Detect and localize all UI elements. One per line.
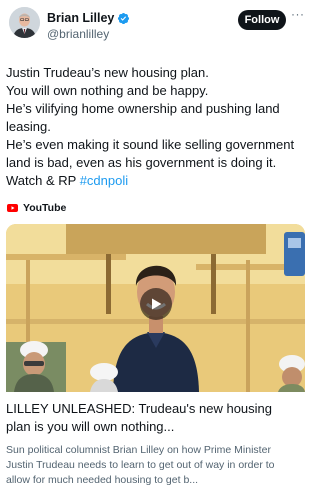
play-button[interactable] bbox=[140, 288, 172, 320]
author-handle[interactable]: @brianlilley bbox=[47, 27, 109, 41]
card-description-line: Sun political columnist Brian Lilley on … bbox=[6, 444, 271, 456]
youtube-icon bbox=[7, 204, 18, 212]
play-icon bbox=[152, 298, 162, 310]
source-label: YouTube bbox=[23, 202, 67, 214]
tweet-line: He’s even making it sound like selling g… bbox=[6, 137, 295, 152]
tweet-line: He’s vilifying home ownership and pushin… bbox=[6, 101, 280, 116]
hashtag-link[interactable]: #cdnpoli bbox=[80, 173, 128, 188]
avatar[interactable] bbox=[9, 7, 40, 38]
tweet-line-last: Watch & RP #cdnpoli bbox=[6, 172, 306, 190]
tweet-line: leasing. bbox=[6, 119, 51, 134]
author-name[interactable]: Brian Lilley bbox=[47, 11, 114, 25]
follow-button[interactable]: Follow bbox=[238, 10, 286, 30]
tweet-line: land is bad, even as his government is d… bbox=[6, 155, 277, 170]
more-options-icon[interactable]: ··· bbox=[291, 8, 305, 23]
verified-badge-icon bbox=[118, 12, 130, 24]
card-title-line: LILLEY UNLEASHED: Trudeau's new housing bbox=[6, 401, 273, 416]
video-thumbnail[interactable] bbox=[6, 224, 305, 392]
tweet-line: You will own nothing and be happy. bbox=[6, 83, 209, 98]
tweet-line: Justin Trudeau’s new housing plan. bbox=[6, 65, 209, 80]
link-source[interactable]: YouTube bbox=[7, 202, 66, 214]
card-title-line: plan is you will own nothing... bbox=[6, 419, 175, 434]
tweet-header: Brian Lilley @brianlilley Follow ··· bbox=[9, 7, 305, 47]
card-description-line: allow for much needed housing to get b..… bbox=[6, 474, 199, 486]
avatar-image bbox=[9, 7, 40, 38]
author-name-row[interactable]: Brian Lilley bbox=[47, 11, 130, 25]
tweet-line-text: Watch & RP bbox=[6, 173, 80, 188]
card-description-line: Justin Trudeau needs to learn to get out… bbox=[6, 459, 275, 471]
card-title[interactable]: LILLEY UNLEASHED: Trudeau's new housing … bbox=[6, 400, 306, 436]
card-description[interactable]: Sun political columnist Brian Lilley on … bbox=[6, 443, 306, 488]
tweet-text: Justin Trudeau’s new housing plan. You w… bbox=[6, 64, 306, 190]
